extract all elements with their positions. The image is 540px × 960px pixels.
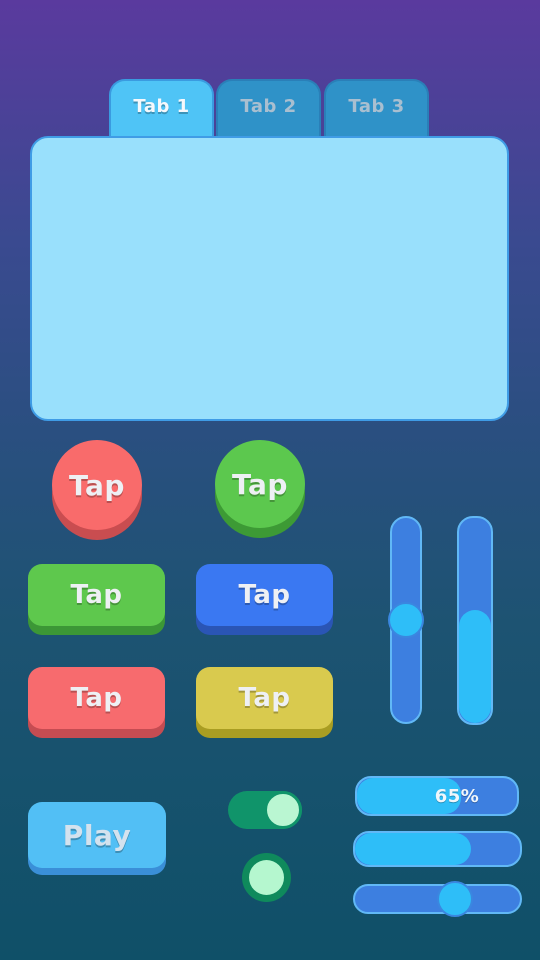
radio-dot	[249, 860, 284, 895]
vertical-slider-fill	[459, 610, 491, 723]
play-button[interactable]: Play	[28, 802, 166, 868]
tab-1[interactable]: Tab 1	[109, 79, 214, 139]
tap-button-green[interactable]: Tap	[28, 564, 165, 626]
tab-3[interactable]: Tab 3	[324, 79, 429, 139]
vertical-slider-right[interactable]	[457, 516, 493, 725]
vertical-slider-knob[interactable]	[388, 602, 424, 638]
fill-bar-fill	[355, 833, 471, 865]
toggle-knob[interactable]	[264, 791, 302, 829]
progress-percent-label: 65%	[434, 785, 480, 807]
fill-bar	[353, 831, 522, 867]
tab-2[interactable]: Tab 2	[216, 79, 321, 139]
tap-button-blue[interactable]: Tap	[196, 564, 333, 626]
tap-button-red[interactable]: Tap	[28, 667, 165, 729]
tab-content-panel	[30, 136, 509, 421]
tap-button-yellow[interactable]: Tap	[196, 667, 333, 729]
horizontal-slider-knob[interactable]	[436, 881, 473, 917]
round-tap-button-red[interactable]: Tap	[52, 440, 142, 530]
round-tap-button-green[interactable]: Tap	[215, 440, 305, 528]
progress-bar: 65%	[355, 776, 519, 816]
